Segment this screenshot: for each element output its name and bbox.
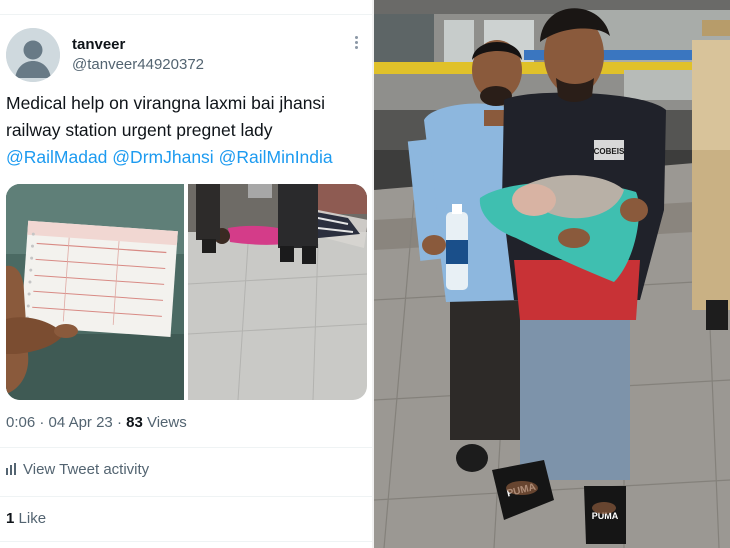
avatar[interactable] <box>6 28 60 82</box>
tweet-text: Medical help on virangna laxmi bai jhans… <box>6 90 366 171</box>
divider <box>0 496 372 497</box>
views-label: Views <box>146 414 187 431</box>
tweet-meta: 0:06 · 04 Apr 23 · 83 Views <box>6 414 187 431</box>
bar-chart-icon <box>6 463 16 475</box>
tweet-card: tanveer @tanveer44920372 Medical help on… <box>0 0 372 548</box>
author-handle[interactable]: @tanveer44920372 <box>72 56 204 73</box>
tweet-text-line: Medical help on virangna laxmi bai jhans… <box>6 93 326 113</box>
station-photo-image: COBEIS PUMA PUMA <box>374 0 730 548</box>
tweet-media-image[interactable] <box>188 184 367 400</box>
person-placeholder-icon <box>6 28 60 82</box>
tweet-media-image[interactable] <box>6 184 184 400</box>
ticket-photo <box>6 184 184 400</box>
divider <box>0 541 372 542</box>
author-display-name[interactable]: tanveer <box>72 36 125 53</box>
views-count: 83 <box>126 414 143 431</box>
tshirt-print: COBEIS <box>594 147 625 156</box>
like-label: Like <box>18 510 47 527</box>
meta-separator: · <box>39 414 45 431</box>
tweet-mentions: @RailMadad @DrmJhansi @RailMinIndia <box>6 144 366 171</box>
divider <box>0 447 372 448</box>
tweet-time[interactable]: 0:06 <box>6 414 35 431</box>
mention-link[interactable]: @DrmJhansi <box>112 147 213 167</box>
tweet-text-line: railway station urgent pregnet lady <box>6 120 273 140</box>
activity-label: View Tweet activity <box>23 461 150 478</box>
platform-photo <box>188 184 367 400</box>
view-tweet-activity-link[interactable]: View Tweet activity <box>6 461 149 478</box>
mention-link[interactable]: @RailMinIndia <box>219 147 333 167</box>
meta-separator: · <box>116 414 122 431</box>
tweet-date[interactable]: 04 Apr 23 <box>49 414 113 431</box>
more-options-icon[interactable] <box>348 34 364 54</box>
mention-link[interactable]: @RailMadad <box>6 147 107 167</box>
like-count: 1 <box>6 510 15 527</box>
top-divider <box>0 14 372 15</box>
station-photo: COBEIS PUMA PUMA <box>374 0 730 548</box>
likes-link[interactable]: 1 Like <box>6 510 46 527</box>
